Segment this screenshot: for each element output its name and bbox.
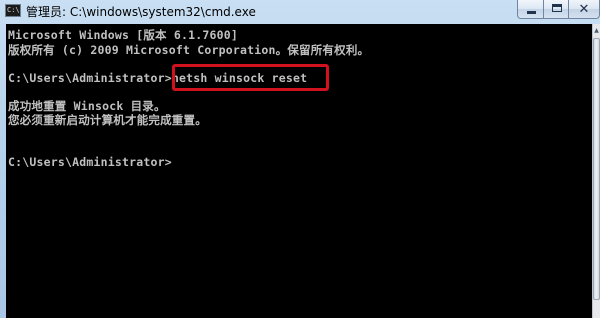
scroll-up-arrow-icon[interactable]: ▲ (593, 24, 600, 37)
console-output[interactable]: Microsoft Windows [版本 6.1.7600] 版权所有 (c)… (6, 24, 592, 318)
console-line-version: Microsoft Windows [版本 6.1.7600] (8, 28, 238, 42)
console-line-result: 成功地重置 Winsock 目录。 (8, 99, 166, 113)
window-title: 管理员: C:\windows\system32\cmd.exe (26, 5, 256, 19)
console-line-restart-notice: 您必须重新启动计算机才能完成重置。 (8, 113, 207, 127)
minimize-button[interactable] (517, 0, 544, 19)
close-icon: ✕ (578, 2, 590, 17)
cmd-app-icon[interactable]: C:\ (5, 4, 21, 17)
maximize-button[interactable] (543, 0, 569, 19)
cmd-window: C:\ 管理员: C:\windows\system32\cmd.exe ✕ M… (0, 0, 600, 318)
console-line-copyright: 版权所有 (c) 2009 Microsoft Corporation。保留所有… (8, 43, 370, 57)
maximize-icon (552, 4, 562, 12)
scrollbar-thumb[interactable] (593, 38, 600, 300)
minimize-icon (527, 11, 536, 14)
command-highlight-box (172, 64, 329, 91)
console-prompt[interactable]: C:\Users\Administrator> (8, 155, 172, 169)
close-button[interactable]: ✕ (568, 0, 600, 19)
vertical-scrollbar[interactable]: ▲ (592, 24, 600, 318)
title-bar[interactable]: C:\ 管理员: C:\windows\system32\cmd.exe ✕ (0, 0, 600, 22)
